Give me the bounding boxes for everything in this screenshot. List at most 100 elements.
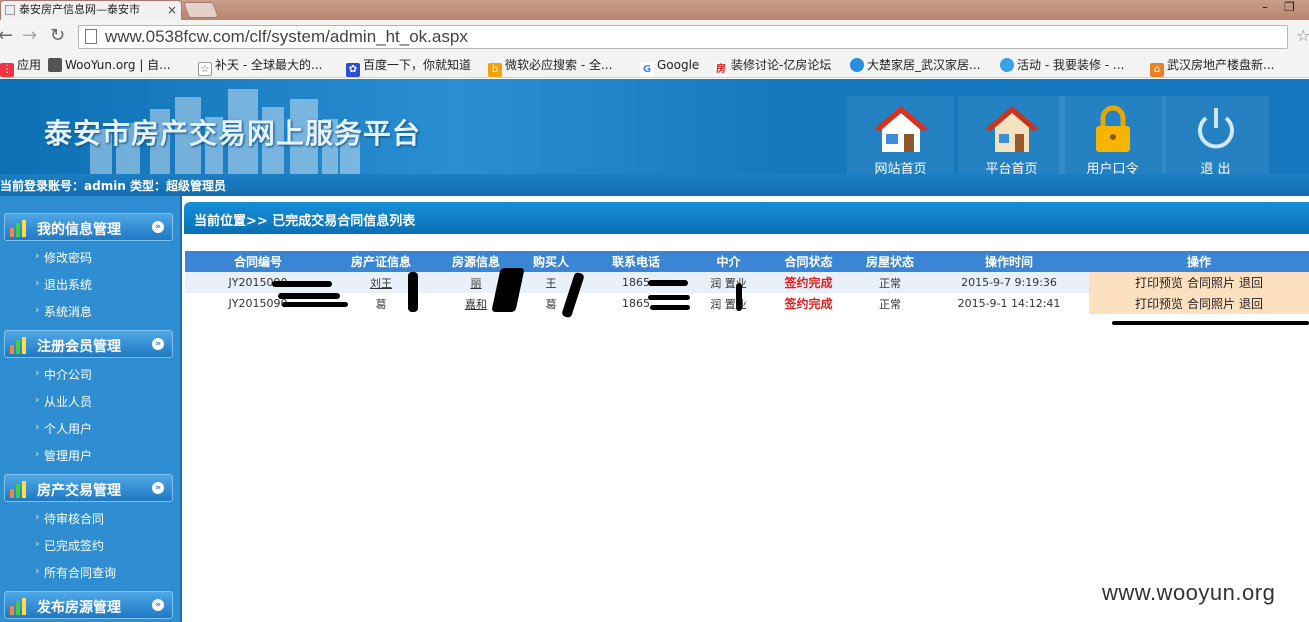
bing-icon: b <box>488 63 502 77</box>
column-header: 房屋状态 <box>851 251 929 272</box>
page-icon <box>85 29 97 44</box>
bookmark-label: 百度一下，你就知道 <box>363 58 472 72</box>
bookmark-butian[interactable]: ☆ 补天 - 全球最大的... <box>198 57 322 76</box>
bookmark-wooyun[interactable]: WooYun.org | 自... <box>48 57 171 73</box>
login-info: 当前登录账号：admin 类型：超级管理员 <box>0 179 227 193</box>
sidebar-item-change-password[interactable]: 修改密码 <box>35 249 92 266</box>
nav-logout[interactable]: 退 出 <box>1162 96 1269 177</box>
chevron-down-icon[interactable]: » <box>152 599 164 611</box>
sidebar-item-pending-contracts[interactable]: 待审核合同 <box>35 510 104 527</box>
sidebar-item-completed-contracts[interactable]: 已完成签约 <box>35 537 104 554</box>
agency-cell: 润 置业 <box>691 272 766 293</box>
sidebar-item-personal-users[interactable]: 个人用户 <box>35 420 92 437</box>
chevron-down-icon[interactable]: » <box>152 482 164 494</box>
house-status-cell: 正常 <box>851 272 929 293</box>
house-icon <box>874 106 928 152</box>
bookmark-huodong[interactable]: 活动 - 我要装修 - ... <box>1000 57 1124 73</box>
redaction-mark <box>282 302 348 307</box>
tab-title: 泰安房产信息网—泰安市 <box>19 3 140 16</box>
column-header: 操作时间 <box>929 251 1089 272</box>
nav-user-password[interactable]: 用户口令 <box>1059 96 1166 177</box>
sidebar-group-members[interactable]: 注册会员管理 » <box>4 330 173 358</box>
reload-icon[interactable]: ↻ <box>50 26 65 46</box>
contract-photo-link[interactable]: 合同照片 <box>1187 276 1235 290</box>
bookmark-google[interactable]: G Google <box>640 57 699 77</box>
sidebar-item-messages[interactable]: 系统消息 <box>35 303 92 320</box>
cert-link[interactable]: 刘王 <box>370 277 392 290</box>
bookmark-bing[interactable]: b 微软必应搜索 - 全... <box>488 57 612 77</box>
nav-platform-home[interactable]: 平台首页 <box>958 96 1065 177</box>
new-tab-button[interactable] <box>183 2 219 18</box>
url-input[interactable]: www.0538fcw.com/clf/system/admin_ht_ok.a… <box>78 25 1288 49</box>
bookmark-label: 武汉房地产楼盘新... <box>1167 58 1275 72</box>
browser-tab[interactable]: 泰安房产信息网—泰安市 × <box>0 0 182 20</box>
minimize-icon[interactable]: – <box>1262 0 1268 14</box>
redaction-mark <box>648 295 690 300</box>
breadcrumb-bar: 当前位置>> 已完成交易合同信息列表 <box>184 202 1309 234</box>
back-arrow-icon[interactable]: ← <box>0 26 13 46</box>
redaction-mark <box>736 283 742 311</box>
bookmark-label: 装修讨论-亿房论坛 <box>731 58 832 72</box>
site-title: 泰安市房产交易网上服务平台 <box>44 117 422 150</box>
contract-photo-link[interactable]: 合同照片 <box>1187 297 1235 311</box>
return-link[interactable]: 退回 <box>1239 276 1263 290</box>
sidebar: 我的信息管理 » 修改密码 退出系统 系统消息 注册会员管理 » 中介公司 从业… <box>0 196 182 622</box>
house-status-cell: 正常 <box>851 293 929 314</box>
return-link[interactable]: 退回 <box>1239 297 1263 311</box>
house-icon: ⌂ <box>1150 63 1164 77</box>
column-header: 中介 <box>691 251 766 272</box>
bookmark-yifang[interactable]: 房装修讨论-亿房论坛 <box>714 57 831 77</box>
bar-chart-icon <box>10 337 26 354</box>
sidebar-item-admin-users[interactable]: 管理用户 <box>35 447 92 464</box>
apps-grid-icon: ⋮ <box>0 63 14 77</box>
site-header: 泰安市房产交易网上服务平台 网站首页 平台首页 用户口令 退 出 当前登录账号：… <box>0 79 1309 196</box>
forward-arrow-icon[interactable]: → <box>22 26 37 46</box>
table-header-row: 合同编号 房产证信息 房源信息 购买人 联系电话 中介 合同状态 房屋状态 操作… <box>185 251 1309 272</box>
sidebar-group-label: 我的信息管理 <box>37 222 121 238</box>
sidebar-group-trading[interactable]: 房产交易管理 » <box>4 474 173 502</box>
url-text: www.0538fcw.com/clf/system/admin_ht_ok.a… <box>105 27 468 46</box>
bookmark-wuhan[interactable]: ⌂ 武汉房地产楼盘新... <box>1150 57 1274 77</box>
sidebar-item-staff[interactable]: 从业人员 <box>35 393 92 410</box>
actions-cell: 打印预览 合同照片 退回 <box>1089 272 1309 293</box>
chevron-down-icon[interactable]: » <box>152 221 164 233</box>
status-cell: 签约完成 <box>766 272 851 293</box>
bookmark-baidu[interactable]: ✿ 百度一下，你就知道 <box>346 57 471 77</box>
chevron-down-icon[interactable]: » <box>152 338 164 350</box>
column-header: 合同编号 <box>185 251 331 272</box>
globe-icon <box>850 58 864 72</box>
column-header: 操作 <box>1089 251 1309 272</box>
page-favicon-icon <box>5 5 15 15</box>
google-icon: G <box>640 63 654 77</box>
house-link[interactable]: 嘉和 <box>465 298 487 311</box>
redaction-mark <box>650 305 690 310</box>
redaction-mark <box>278 293 340 299</box>
sidebar-group-label: 发布房源管理 <box>37 600 121 616</box>
print-preview-link[interactable]: 打印预览 <box>1135 297 1183 311</box>
watermark-text: www.wooyun.org <box>1102 580 1276 605</box>
bookmark-dachu[interactable]: 大楚家居_武汉家居... <box>850 57 980 73</box>
nav-site-home[interactable]: 网站首页 <box>847 96 954 177</box>
house-icon <box>985 106 1039 152</box>
print-preview-link[interactable]: 打印预览 <box>1135 276 1183 290</box>
sidebar-group-my-info[interactable]: 我的信息管理 » <box>4 213 173 241</box>
redaction-mark <box>1112 321 1309 325</box>
column-header: 合同状态 <box>766 251 851 272</box>
wooyun-icon <box>48 58 62 72</box>
bar-chart-icon <box>10 481 26 498</box>
close-tab-icon[interactable]: × <box>167 1 177 19</box>
bookmark-star-icon[interactable]: ☆ <box>1296 26 1309 45</box>
sidebar-group-listings[interactable]: 发布房源管理 » <box>4 591 173 619</box>
lock-icon <box>1096 105 1130 152</box>
bookmark-label: Google <box>657 58 700 72</box>
sidebar-item-logout[interactable]: 退出系统 <box>35 276 92 293</box>
globe-icon <box>1000 58 1014 72</box>
bookmark-label: 微软必应搜索 - 全... <box>505 58 613 72</box>
fang-icon: 房 <box>714 63 728 77</box>
sidebar-item-agency[interactable]: 中介公司 <box>35 366 92 383</box>
sidebar-item-all-contracts[interactable]: 所有合同查询 <box>35 564 116 581</box>
maximize-icon[interactable]: ❐ <box>1284 0 1295 14</box>
house-link[interactable]: 丽 <box>471 277 482 290</box>
bookmark-apps[interactable]: ⋮ 应用 <box>0 57 41 77</box>
actions-cell: 打印预览 合同照片 退回 <box>1089 293 1309 314</box>
